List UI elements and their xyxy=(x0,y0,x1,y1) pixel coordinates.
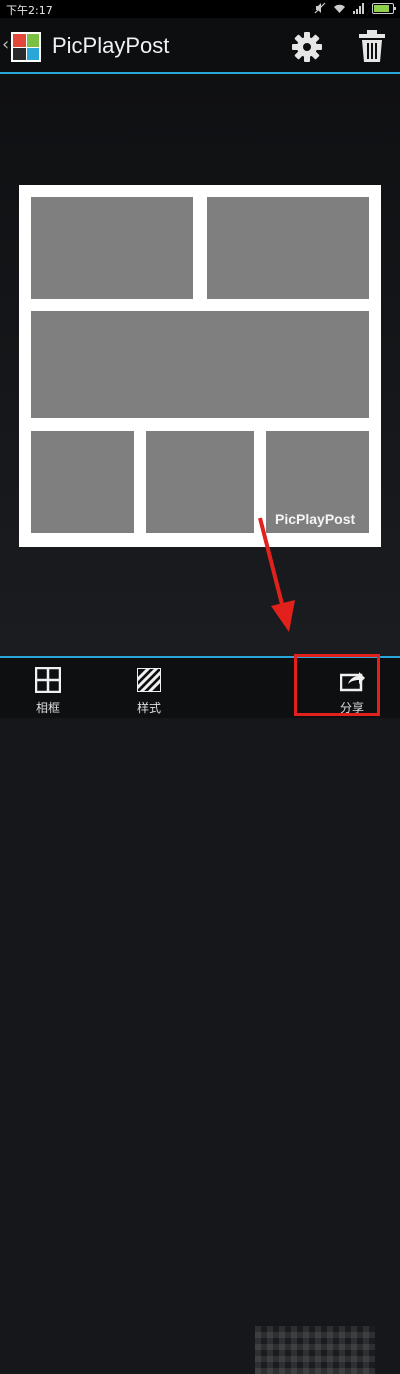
pixelated-watermark xyxy=(255,1326,375,1374)
app-title: PicPlayPost xyxy=(52,33,170,58)
status-bar: 下午2:17 xyxy=(0,0,400,18)
status-time: 下午2:17 xyxy=(6,4,53,17)
app-logo[interactable] xyxy=(11,32,41,62)
action-bar: ‹ PicPlayPost xyxy=(0,18,400,74)
collage-cell-4[interactable] xyxy=(31,431,134,533)
tab-style[interactable]: 样式 xyxy=(119,658,179,716)
collage-cell-3[interactable] xyxy=(31,311,369,418)
share-highlight-box xyxy=(294,654,380,716)
collage-cell-2[interactable] xyxy=(207,197,369,299)
collage-watermark: PicPlayPost xyxy=(275,511,356,527)
collage-cell-1[interactable] xyxy=(31,197,193,299)
collage-frame xyxy=(19,185,381,547)
tab-frame[interactable]: 相框 xyxy=(18,658,78,716)
grid-frame-icon xyxy=(35,667,61,693)
wifi-icon xyxy=(334,4,345,13)
stripes-style-icon xyxy=(137,668,161,692)
battery-icon xyxy=(372,2,396,14)
gear-icon xyxy=(292,32,322,62)
tab-style-label: 样式 xyxy=(136,701,161,715)
trash-icon xyxy=(359,30,385,62)
chevron-left-icon[interactable]: ‹ xyxy=(2,34,9,55)
collage-cell-5[interactable] xyxy=(146,431,254,533)
signal-icon xyxy=(353,2,364,14)
tab-frame-label: 相框 xyxy=(35,701,60,715)
settings-button[interactable] xyxy=(290,30,324,64)
mute-icon xyxy=(314,2,326,14)
status-icons xyxy=(314,2,396,14)
delete-button[interactable] xyxy=(355,28,389,64)
